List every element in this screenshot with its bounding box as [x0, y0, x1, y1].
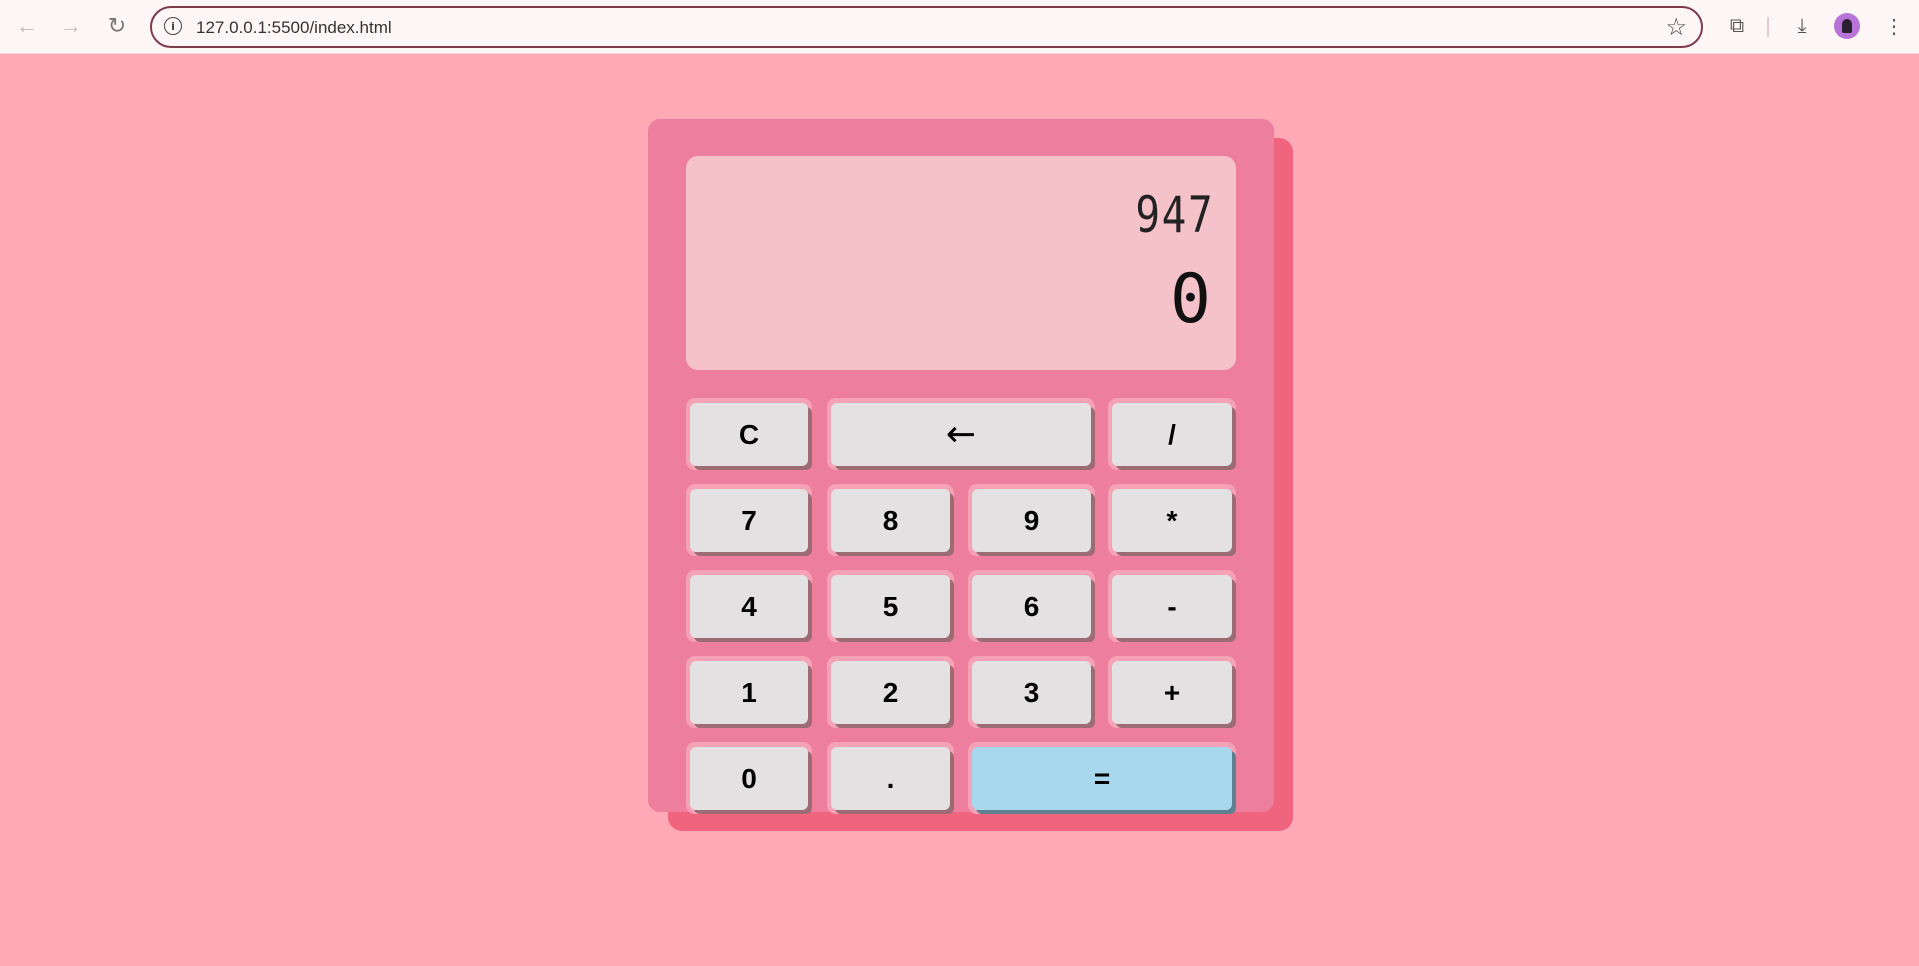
digit-4-label: 4 [690, 575, 808, 638]
url-text[interactable]: 127.0.0.1:5500/index.html [196, 18, 392, 38]
add-button[interactable]: + [1108, 656, 1236, 728]
back-icon[interactable]: ← [11, 10, 43, 42]
subtract-label: - [1112, 575, 1232, 638]
toolbar-divider [1767, 17, 1769, 37]
digit-0-button[interactable]: 0 [686, 742, 812, 814]
current-operand: 0 [1170, 260, 1211, 339]
divide-button[interactable]: / [1108, 398, 1236, 470]
digit-8-label: 8 [831, 489, 950, 552]
equals-button[interactable]: = [968, 742, 1236, 814]
clear-button[interactable]: C [686, 398, 812, 470]
digit-1-button[interactable]: 1 [686, 656, 812, 728]
digit-7-button[interactable]: 7 [686, 484, 812, 556]
bookmark-star-icon[interactable]: ☆ [1665, 13, 1687, 42]
digit-3-button[interactable]: 3 [968, 656, 1095, 728]
digit-2-button[interactable]: 2 [827, 656, 954, 728]
add-label: + [1112, 661, 1232, 724]
digit-4-button[interactable]: 4 [686, 570, 812, 642]
browser-toolbar: ← → ↻ i 127.0.0.1:5500/index.html ☆ ⧉ ⤓ … [0, 0, 1919, 54]
digit-5-button[interactable]: 5 [827, 570, 954, 642]
equals-label: = [972, 747, 1232, 810]
decimal-label: . [831, 747, 950, 810]
extensions-icon[interactable]: ⧉ [1723, 12, 1751, 40]
backspace-icon: ← [831, 403, 1091, 466]
digit-0-label: 0 [690, 747, 808, 810]
digit-2-label: 2 [831, 661, 950, 724]
calculator-display: 947 0 [686, 156, 1236, 370]
profile-avatar[interactable] [1834, 13, 1860, 39]
menu-icon[interactable]: ⋮ [1880, 12, 1908, 40]
site-info-icon[interactable]: i [164, 17, 182, 35]
digit-6-label: 6 [972, 575, 1091, 638]
multiply-label: * [1112, 489, 1232, 552]
digit-8-button[interactable]: 8 [827, 484, 954, 556]
keypad: C ← / 7 8 9 * 4 5 6 - 1 2 3 + 0 . = [686, 398, 1236, 814]
forward-icon[interactable]: → [55, 10, 87, 42]
digit-9-button[interactable]: 9 [968, 484, 1095, 556]
previous-operand: 947 [1135, 186, 1214, 244]
decimal-button[interactable]: . [827, 742, 954, 814]
digit-7-label: 7 [690, 489, 808, 552]
reload-icon[interactable]: ↻ [101, 10, 133, 42]
digit-6-button[interactable]: 6 [968, 570, 1095, 642]
digit-3-label: 3 [972, 661, 1091, 724]
digit-5-label: 5 [831, 575, 950, 638]
download-icon[interactable]: ⤓ [1788, 12, 1816, 40]
address-bar[interactable]: i 127.0.0.1:5500/index.html ☆ [150, 6, 1703, 48]
digit-9-label: 9 [972, 489, 1091, 552]
clear-label: C [690, 403, 808, 466]
calculator: 947 0 C ← / 7 8 9 * 4 5 6 - 1 2 3 + 0 . … [648, 119, 1274, 814]
subtract-button[interactable]: - [1108, 570, 1236, 642]
multiply-button[interactable]: * [1108, 484, 1236, 556]
divide-label: / [1112, 403, 1232, 466]
backspace-button[interactable]: ← [827, 398, 1095, 470]
digit-1-label: 1 [690, 661, 808, 724]
